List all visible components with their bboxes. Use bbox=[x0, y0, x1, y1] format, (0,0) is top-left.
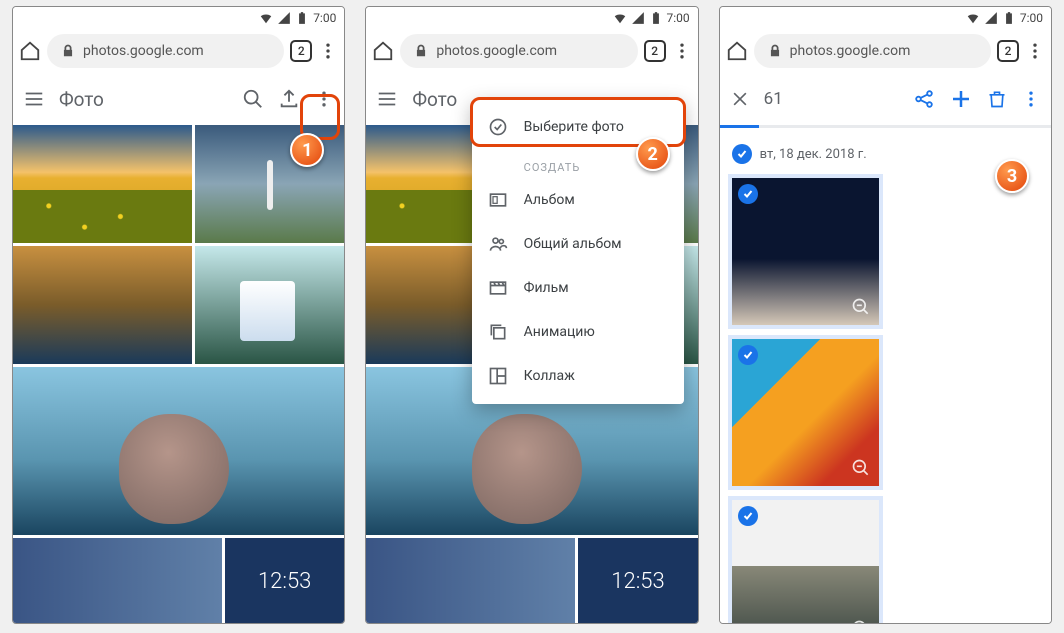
check-circle-icon bbox=[488, 117, 508, 137]
date-label: вт, 18 дек. 2018 г. bbox=[760, 147, 867, 162]
photo-thumb[interactable] bbox=[195, 246, 344, 364]
selection-app-bar: 61 bbox=[720, 73, 1051, 125]
wifi-icon bbox=[259, 11, 273, 25]
animation-icon bbox=[488, 322, 508, 342]
phone-screen-1: 7:00 photos.google.com 2 Фото 12: bbox=[12, 6, 345, 624]
more-icon[interactable] bbox=[1021, 89, 1041, 109]
home-icon[interactable] bbox=[372, 40, 394, 62]
collage-icon bbox=[488, 366, 508, 386]
phone-screen-2: 7:00 photos.google.com 2 Фото 12:53 bbox=[365, 6, 698, 624]
menu-collage[interactable]: Коллаж bbox=[472, 354, 684, 398]
photo-thumb[interactable] bbox=[13, 125, 192, 243]
check-icon bbox=[738, 184, 758, 204]
status-bar: 7:00 bbox=[720, 7, 1051, 29]
share-icon[interactable] bbox=[913, 88, 935, 110]
signal-icon bbox=[277, 11, 291, 25]
movie-icon bbox=[488, 278, 508, 298]
hamburger-icon[interactable] bbox=[376, 88, 398, 110]
menu-label: Альбом bbox=[524, 192, 575, 208]
menu-animation[interactable]: Анимацию bbox=[472, 310, 684, 354]
menu-label: Общий альбом bbox=[524, 236, 622, 252]
shared-album-icon bbox=[488, 234, 508, 254]
photo-thumb[interactable]: 12:53 bbox=[578, 538, 697, 623]
wifi-icon bbox=[613, 11, 627, 25]
search-icon[interactable] bbox=[242, 88, 264, 110]
menu-label: Фильм bbox=[524, 280, 569, 296]
zoom-icon[interactable] bbox=[851, 458, 871, 478]
zoom-icon[interactable] bbox=[851, 297, 871, 317]
add-icon[interactable] bbox=[949, 87, 973, 111]
selected-thumb[interactable] bbox=[728, 335, 883, 490]
url-text: photos.google.com bbox=[436, 43, 557, 59]
home-icon[interactable] bbox=[19, 40, 41, 62]
tab-switcher[interactable]: 2 bbox=[290, 40, 312, 62]
menu-label: Коллаж bbox=[524, 368, 575, 384]
app-bar: Фото bbox=[13, 73, 344, 125]
photo-thumb[interactable] bbox=[366, 538, 575, 623]
check-icon bbox=[738, 345, 758, 365]
callout-badge-2: 2 bbox=[636, 137, 670, 171]
photo-thumb[interactable] bbox=[13, 538, 222, 623]
hamburger-icon[interactable] bbox=[23, 88, 45, 110]
more-icon[interactable] bbox=[314, 89, 334, 109]
status-bar: 7:00 bbox=[13, 7, 344, 29]
browser-menu-icon[interactable] bbox=[672, 41, 692, 61]
home-icon[interactable] bbox=[726, 40, 748, 62]
selected-thumb[interactable] bbox=[728, 496, 883, 623]
phone-screen-3: 7:00 photos.google.com 2 61 вт, 18 дек. … bbox=[719, 6, 1052, 624]
selected-thumb[interactable] bbox=[728, 174, 883, 329]
tab-switcher[interactable]: 2 bbox=[997, 40, 1019, 62]
photo-thumb[interactable]: 12:53 bbox=[225, 538, 344, 623]
signal-icon bbox=[984, 11, 998, 25]
close-icon[interactable] bbox=[730, 89, 750, 109]
check-icon bbox=[738, 506, 758, 526]
app-title: Фото bbox=[59, 88, 104, 111]
battery-icon bbox=[1002, 11, 1016, 25]
battery-icon bbox=[295, 11, 309, 25]
status-bar: 7:00 bbox=[366, 7, 697, 29]
menu-label: Анимацию bbox=[524, 324, 595, 340]
callout-badge-3: 3 bbox=[995, 159, 1029, 193]
url-text: photos.google.com bbox=[790, 43, 911, 59]
clock-widget: 12:53 bbox=[611, 569, 664, 594]
url-text: photos.google.com bbox=[83, 43, 204, 59]
photo-grid: 12:53 bbox=[13, 125, 344, 623]
trash-icon[interactable] bbox=[987, 89, 1007, 109]
selection-grid: вт, 18 дек. 2018 г. bbox=[720, 128, 1051, 623]
status-time: 7:00 bbox=[313, 11, 336, 25]
upload-icon[interactable] bbox=[278, 88, 300, 110]
menu-shared-album[interactable]: Общий альбом bbox=[472, 222, 684, 266]
album-icon bbox=[488, 190, 508, 210]
menu-label: Выберите фото bbox=[524, 119, 624, 135]
clock-widget: 12:53 bbox=[258, 569, 311, 594]
date-check-icon bbox=[732, 144, 752, 164]
browser-toolbar: photos.google.com 2 bbox=[13, 29, 344, 73]
photo-thumb[interactable] bbox=[13, 367, 344, 535]
url-bar[interactable]: photos.google.com bbox=[47, 34, 284, 68]
lock-icon bbox=[768, 44, 782, 58]
menu-movie[interactable]: Фильм bbox=[472, 266, 684, 310]
battery-icon bbox=[649, 11, 663, 25]
menu-album[interactable]: Альбом bbox=[472, 178, 684, 222]
signal-icon bbox=[631, 11, 645, 25]
zoom-icon[interactable] bbox=[851, 619, 871, 623]
selection-count: 61 bbox=[764, 89, 783, 109]
lock-icon bbox=[414, 44, 428, 58]
url-bar[interactable]: photos.google.com bbox=[754, 34, 991, 68]
photo-thumb[interactable] bbox=[13, 246, 192, 364]
status-time: 7:00 bbox=[667, 11, 690, 25]
browser-menu-icon[interactable] bbox=[1025, 41, 1045, 61]
browser-toolbar: photos.google.com 2 bbox=[366, 29, 697, 73]
tab-switcher[interactable]: 2 bbox=[644, 40, 666, 62]
browser-menu-icon[interactable] bbox=[318, 41, 338, 61]
url-bar[interactable]: photos.google.com bbox=[400, 34, 637, 68]
status-time: 7:00 bbox=[1020, 11, 1043, 25]
wifi-icon bbox=[966, 11, 980, 25]
app-title: Фото bbox=[412, 88, 457, 111]
browser-toolbar: photos.google.com 2 bbox=[720, 29, 1051, 73]
lock-icon bbox=[61, 44, 75, 58]
